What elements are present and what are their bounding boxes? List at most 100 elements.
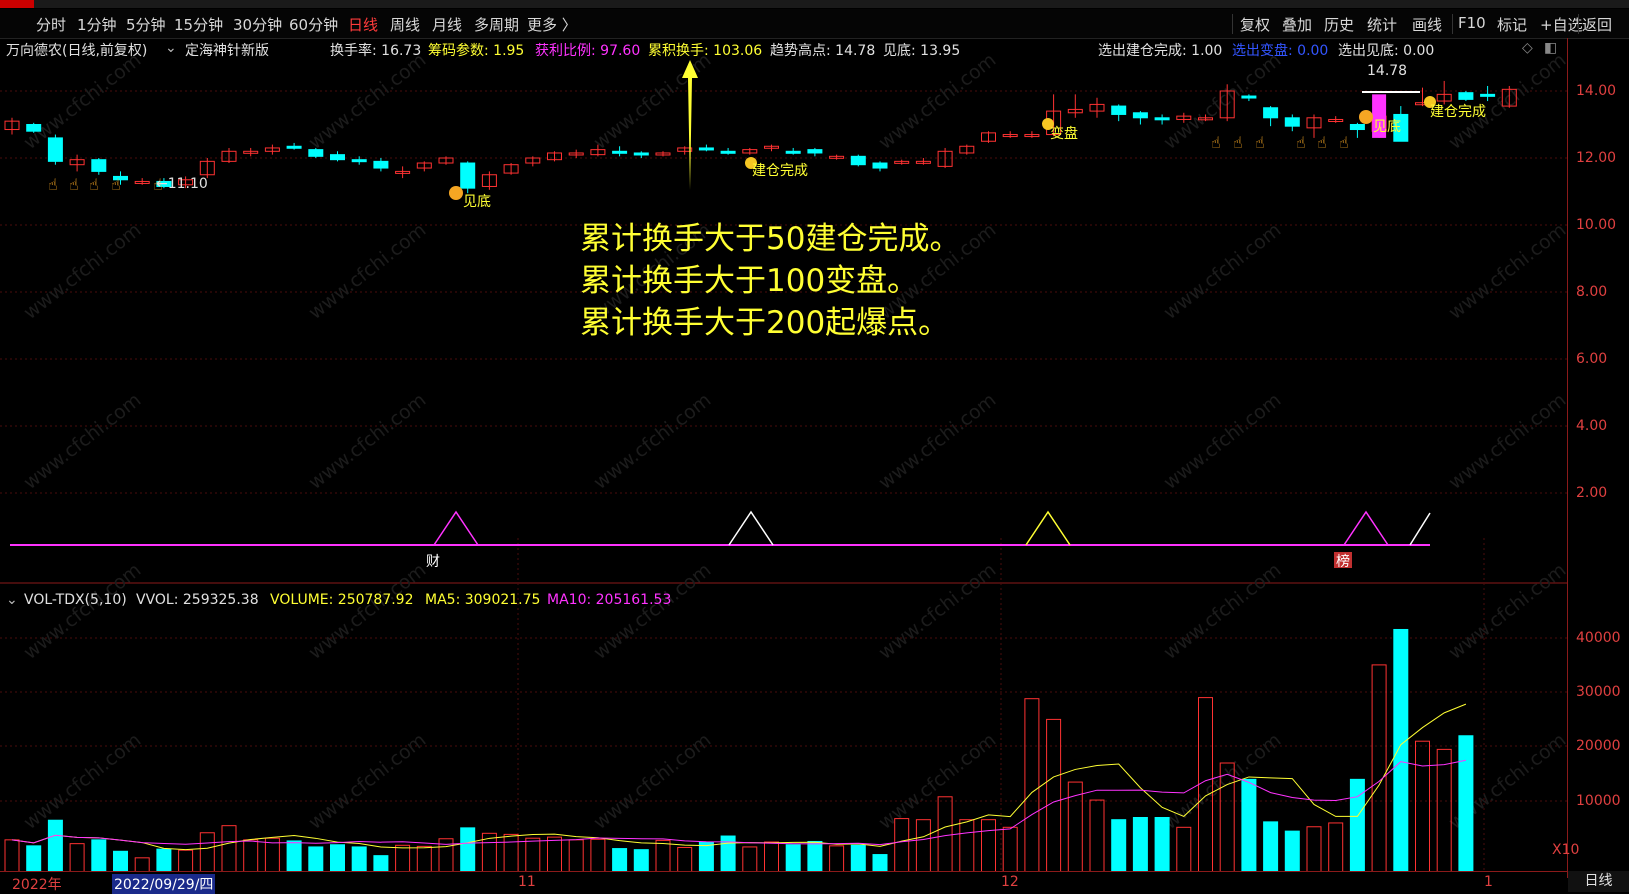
volume-bar	[91, 839, 107, 871]
volume-indicator-name[interactable]: VOL-TDX(5,10)	[24, 592, 127, 608]
cai-label: 财	[426, 554, 440, 570]
toolbar-right-btn-8[interactable]: 返回	[1582, 14, 1612, 35]
volume-bar	[4, 839, 20, 871]
period-tab-4[interactable]: 30分钟	[233, 14, 282, 35]
volume-bar	[785, 844, 801, 871]
biangpan-label: 变盘	[1050, 125, 1078, 142]
hand-pointer-icon: ☝	[1317, 133, 1327, 152]
volume-axis-label: 30000	[1576, 684, 1621, 700]
volume-bar	[568, 839, 584, 871]
volume-bar	[959, 819, 975, 871]
candle-body	[1458, 92, 1474, 100]
watermark: www.cfchi.com	[305, 49, 431, 154]
toolbar-right-btn-1[interactable]: 叠加	[1282, 14, 1312, 35]
period-tab-8[interactable]: 月线	[432, 14, 462, 35]
period-tab-9[interactable]: 多周期	[474, 14, 519, 35]
ma5-value: MA5: 309021.75	[425, 592, 541, 608]
toolbar-right-btn-0[interactable]: 复权	[1240, 14, 1270, 35]
volume-dropdown-icon[interactable]: ⌄	[6, 592, 18, 608]
candle-body	[1241, 95, 1257, 99]
kline-chart[interactable]: www.cfchi.com www.cfchi.com www.cfchi.com w…	[0, 38, 1567, 871]
toolbar-right-btn-6[interactable]: 标记	[1497, 14, 1527, 35]
candle-body	[26, 124, 42, 132]
watermark: www.cfchi.com	[1445, 389, 1567, 494]
price-axis-label: 8.00	[1576, 284, 1608, 300]
watermark: www.cfchi.com	[1160, 49, 1286, 154]
window-top-strip	[0, 0, 1629, 8]
period-tab-3[interactable]: 15分钟	[174, 14, 223, 35]
toolbar-right-btn-4[interactable]: 画线	[1412, 14, 1442, 35]
volume-bar	[742, 846, 758, 871]
period-tab-5[interactable]: 60分钟	[289, 14, 338, 35]
candle-body	[807, 149, 823, 154]
volume-bar	[199, 832, 215, 871]
period-label[interactable]: 日线	[1568, 871, 1629, 892]
period-tab-7[interactable]: 周线	[390, 14, 420, 35]
volume-bar	[1046, 718, 1062, 871]
candle-body	[351, 159, 367, 163]
hand-pointer-icon: ☝	[111, 175, 121, 194]
volume-axis-label: 40000	[1576, 630, 1621, 646]
right-axis-line	[1567, 38, 1568, 878]
volume-bar	[1241, 778, 1257, 871]
volume-bar	[720, 835, 736, 871]
annotation-line-3: 累计换手大于200起爆点。	[580, 305, 950, 341]
candle-body	[1263, 107, 1279, 119]
volume-bar	[1415, 740, 1430, 871]
volume-bar	[1154, 817, 1170, 871]
toolbar-right-btn-7[interactable]: +自选	[1540, 14, 1583, 35]
candle-body	[330, 154, 345, 161]
volume-bar	[373, 855, 389, 871]
candle-body	[1349, 124, 1365, 131]
month-11-label: 11	[518, 874, 536, 890]
candle-body	[91, 159, 107, 172]
toolbar-right-btn-2[interactable]: 历史	[1324, 14, 1354, 35]
period-tab-0[interactable]: 分时	[36, 14, 66, 35]
watermark: www.cfchi.com	[1160, 729, 1286, 834]
annotation-line-1: 累计换手大于50建仓完成。	[580, 221, 961, 257]
volume-bar	[26, 845, 42, 871]
volume-bar	[134, 857, 150, 871]
low-price-label: ←11.10	[156, 176, 208, 192]
watermark: www.cfchi.com	[875, 559, 1001, 664]
volume-bar	[850, 844, 866, 871]
watermark: www.cfchi.com	[1445, 219, 1567, 324]
volume-bar	[764, 841, 779, 871]
hand-pointer-icon: ☝	[48, 175, 58, 194]
period-tab-6[interactable]: 日线	[348, 14, 378, 35]
hand-pointer-icon: ☝	[1255, 133, 1265, 152]
app-logo-tab[interactable]	[0, 0, 34, 8]
period-tab-10[interactable]: 更多 〉	[527, 14, 577, 35]
watermark: www.cfchi.com	[1445, 49, 1567, 154]
hand-pointer-icon: ☝	[1233, 133, 1243, 152]
candle-body	[1132, 112, 1148, 119]
watermark: www.cfchi.com	[590, 389, 716, 494]
volume-bar	[1132, 817, 1148, 871]
volume-bar	[308, 846, 324, 871]
watermark: www.cfchi.com	[20, 559, 146, 664]
high-price-label: 14.78	[1367, 63, 1407, 79]
price-axis-label: 4.00	[1576, 418, 1608, 434]
volume-bar	[351, 846, 367, 871]
candle-body	[308, 149, 324, 157]
volume-axis-label: 20000	[1576, 738, 1621, 754]
volume-bar	[221, 825, 237, 871]
watermark: www.cfchi.com	[1160, 389, 1286, 494]
volume-bar	[1002, 826, 1018, 871]
volume-bar	[1176, 826, 1192, 871]
watermark: www.cfchi.com	[305, 389, 431, 494]
candle-body	[1154, 117, 1170, 121]
period-tab-1[interactable]: 1分钟	[77, 14, 117, 35]
watermark: www.cfchi.com	[20, 389, 146, 494]
toolbar-right-btn-5[interactable]: F10	[1458, 14, 1486, 32]
cursor-date: 2022/09/29/四	[112, 874, 216, 894]
volume-bar	[47, 819, 63, 871]
watermark: www.cfchi.com	[590, 559, 716, 664]
volume-bar	[698, 841, 714, 871]
toolbar-right-btn-3[interactable]: 统计	[1367, 14, 1397, 35]
volume-axis-label: 10000	[1576, 793, 1621, 809]
volume-bar	[1024, 698, 1040, 871]
period-tab-2[interactable]: 5分钟	[126, 14, 166, 35]
volume-info-bar: ⌄ VOL-TDX(5,10) VVOL: 259325.38 VOLUME: …	[0, 591, 1000, 611]
hand-pointer-icon: ☝	[1211, 133, 1221, 152]
